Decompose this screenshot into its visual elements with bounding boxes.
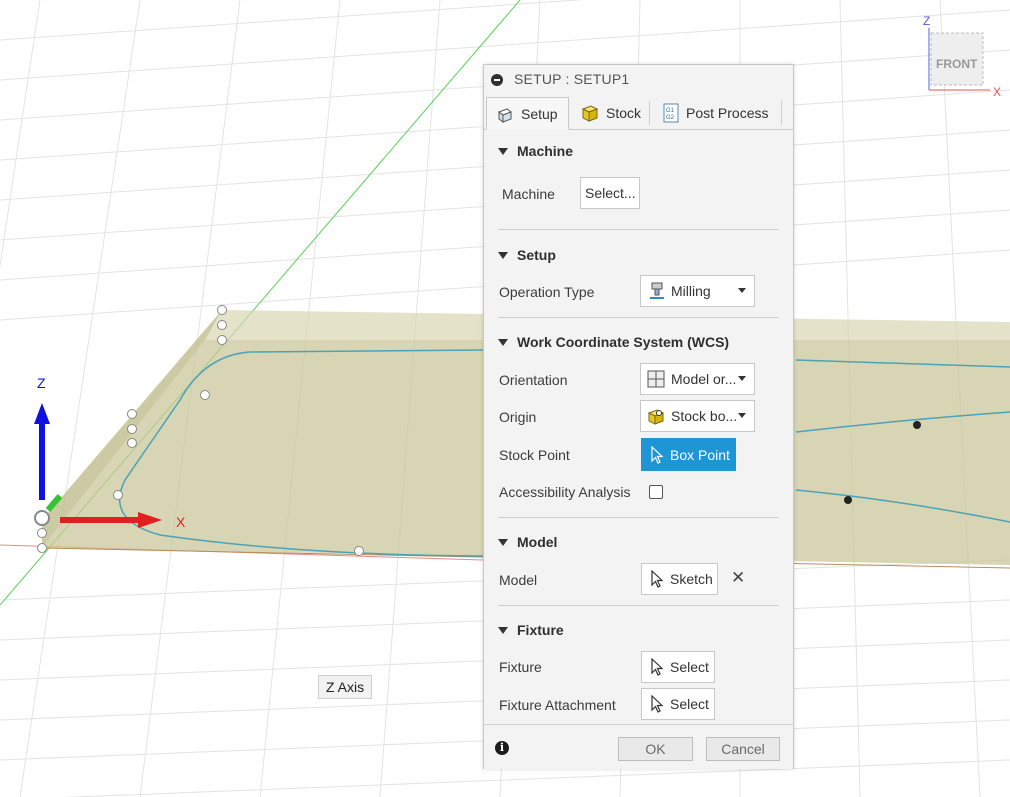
operation-type-dropdown[interactable]: Milling	[640, 275, 755, 307]
origin-value: Stock bo...	[671, 408, 738, 424]
milling-tool-icon	[650, 282, 664, 299]
section-title: Model	[517, 534, 558, 550]
section-title: Fixture	[517, 622, 564, 638]
ok-button[interactable]: OK	[618, 737, 693, 761]
collapse-triangle-icon	[498, 251, 508, 259]
svg-text:G2: G2	[666, 115, 675, 121]
chevron-down-icon	[738, 376, 746, 381]
origin-label: Origin	[499, 409, 537, 425]
model-select-button[interactable]: Sketch	[641, 563, 718, 595]
section-title: Machine	[517, 143, 574, 159]
fixture-attachment-value: Select	[670, 696, 709, 712]
cursor-arrow-icon	[651, 695, 664, 713]
post-process-icon: G1 G2	[663, 103, 679, 123]
cursor-arrow-icon	[651, 445, 664, 464]
svg-text:G1: G1	[666, 108, 675, 114]
machine-select-label: Select...	[585, 185, 636, 201]
collapse-icon[interactable]	[491, 74, 503, 86]
orientation-icon	[647, 370, 665, 388]
collapse-triangle-icon	[498, 538, 508, 546]
section-header-model[interactable]: Model	[498, 534, 557, 550]
section-header-setup[interactable]: Setup	[498, 247, 556, 263]
section-title: Setup	[517, 247, 556, 263]
model-label: Model	[499, 572, 538, 588]
dialog-title-bar[interactable]: SETUP : SETUP1	[484, 65, 793, 95]
section-title: Work Coordinate System (WCS)	[517, 334, 730, 350]
setup-icon	[497, 107, 513, 123]
clear-model-icon[interactable]: ✕	[731, 568, 745, 588]
stock-point-button[interactable]: Box Point	[641, 438, 736, 471]
collapse-triangle-icon	[498, 147, 508, 155]
collapse-triangle-icon	[498, 626, 508, 634]
dialog-title: SETUP : SETUP1	[514, 71, 630, 87]
tab-label: Post Process	[686, 105, 769, 121]
operation-type-label: Operation Type	[499, 284, 595, 300]
orientation-dropdown[interactable]: Model or...	[640, 363, 755, 395]
dialog-footer: i OK Cancel	[484, 724, 793, 769]
section-header-machine[interactable]: Machine	[498, 143, 573, 159]
stock-cube-icon	[581, 105, 599, 122]
tab-stock[interactable]: Stock	[572, 97, 648, 129]
view-cube-z-label: Z	[923, 14, 930, 28]
tab-label: Stock	[606, 105, 642, 121]
machine-select-button[interactable]: Select...	[580, 177, 640, 209]
section-header-wcs[interactable]: Work Coordinate System (WCS)	[498, 334, 729, 350]
fixture-attachment-select-button[interactable]: Select	[641, 688, 715, 720]
x-axis-label: X	[176, 514, 186, 530]
chevron-down-icon	[738, 288, 746, 293]
stock-origin-icon	[647, 409, 665, 425]
machine-label: Machine	[502, 186, 555, 202]
orientation-value: Model or...	[671, 371, 737, 387]
accessibility-analysis-checkbox[interactable]	[649, 485, 663, 499]
setup-dialog: SETUP : SETUP1 Setup Stock G1 G2 Post Pr…	[483, 64, 794, 769]
orientation-label: Orientation	[499, 372, 568, 388]
fixture-select-button[interactable]: Select	[641, 651, 715, 683]
cursor-arrow-icon	[651, 570, 664, 588]
axis-tooltip: Z Axis	[318, 675, 373, 699]
fixture-attachment-label: Fixture Attachment	[499, 697, 616, 713]
fixture-label: Fixture	[499, 659, 542, 675]
collapse-triangle-icon	[498, 338, 508, 346]
origin-dropdown[interactable]: Stock bo...	[640, 400, 755, 432]
view-cube-face-label: FRONT	[936, 57, 978, 71]
chevron-down-icon	[738, 413, 746, 418]
z-axis-label: Z	[37, 375, 46, 391]
tab-post-process[interactable]: G1 G2 Post Process	[654, 97, 778, 129]
tab-label: Setup	[521, 105, 558, 122]
accessibility-analysis-label: Accessibility Analysis	[499, 484, 631, 500]
view-cube-x-label: X	[993, 85, 1001, 99]
operation-type-value: Milling	[671, 283, 711, 299]
view-cube[interactable]: FRONT Z X	[923, 14, 1001, 99]
model-value: Sketch	[670, 571, 713, 587]
dialog-tabs: Setup Stock G1 G2 Post Process	[484, 97, 793, 130]
tab-setup[interactable]: Setup	[486, 97, 569, 130]
stock-point-label: Stock Point	[499, 447, 570, 463]
cursor-arrow-icon	[651, 658, 664, 676]
section-header-fixture[interactable]: Fixture	[498, 622, 564, 638]
info-icon[interactable]: i	[495, 741, 509, 755]
cancel-button[interactable]: Cancel	[706, 737, 780, 761]
stock-point-value: Box Point	[670, 446, 730, 463]
fixture-value: Select	[670, 659, 709, 675]
